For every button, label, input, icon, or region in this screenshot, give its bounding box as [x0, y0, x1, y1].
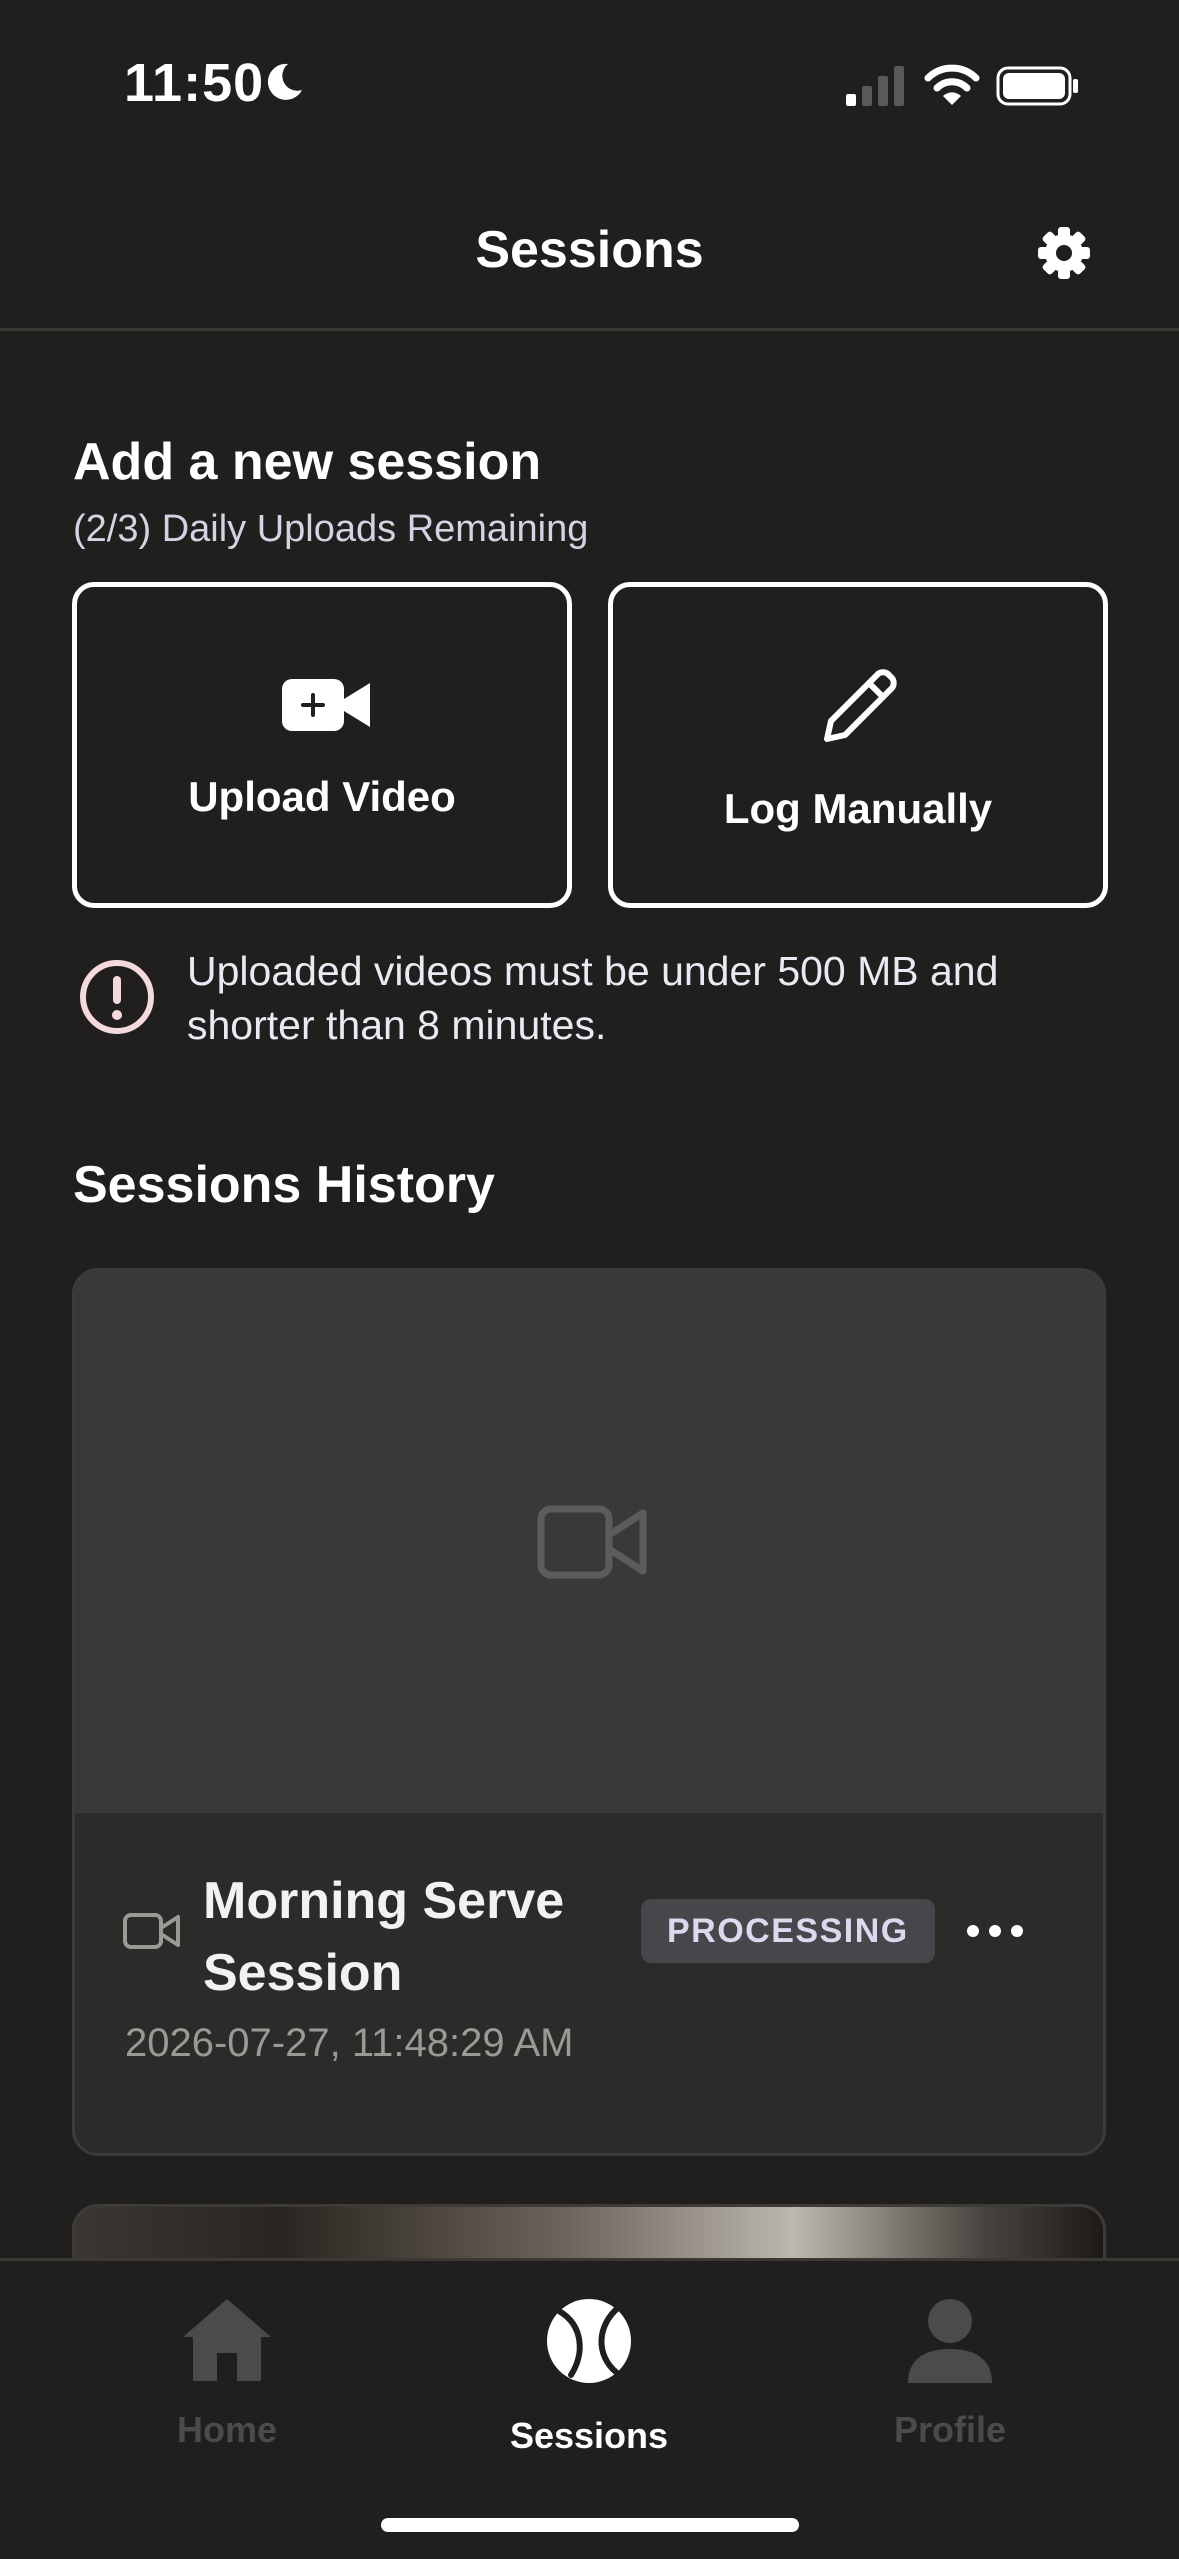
upload-limit-notice: Uploaded videos must be under 500 MB and…: [187, 948, 999, 1048]
video-camera-plus-icon: [282, 679, 370, 731]
moon-icon: [267, 63, 302, 100]
uploads-remaining: (2/3) Daily Uploads Remaining: [73, 508, 589, 550]
session-title: Morning Serve Session: [203, 1872, 565, 2002]
sessions-history-title: Sessions History: [73, 1156, 495, 1214]
page-title: Sessions: [475, 221, 704, 279]
video-placeholder-icon: [537, 1505, 647, 1579]
upload-video-button[interactable]: Upload Video: [72, 582, 572, 908]
signal-icon: [846, 66, 904, 106]
log-manually-label: Log Manually: [723, 785, 993, 832]
more-options-icon[interactable]: [965, 1911, 1025, 1951]
upload-video-label: Upload Video: [188, 773, 456, 820]
home-indicator[interactable]: [381, 2518, 799, 2532]
pencil-icon: [824, 669, 897, 742]
wifi-icon: [924, 64, 980, 105]
header-divider: [0, 328, 1179, 331]
tab-sessions-label: Sessions: [509, 2415, 669, 2456]
status-time: 11:50: [124, 53, 265, 113]
log-manually-button[interactable]: Log Manually: [608, 582, 1108, 908]
person-icon: [908, 2299, 992, 2383]
gear-icon[interactable]: [1036, 225, 1092, 281]
session-date: 2026-07-27, 11:48:29 AM: [125, 2021, 574, 2065]
tab-bar: Home Sessions Profile: [0, 2258, 1179, 2559]
tennis-ball-icon: [547, 2299, 631, 2383]
status-badge: PROCESSING: [641, 1899, 935, 1963]
alert-circle-icon: [80, 960, 154, 1034]
session-card[interactable]: Morning Serve Session PROCESSING 2026-07…: [72, 1268, 1106, 2156]
tab-profile-label: Profile: [893, 2409, 1007, 2450]
video-camera-icon: [123, 1913, 180, 1949]
home-icon: [183, 2299, 271, 2381]
session-thumbnail[interactable]: [75, 1271, 1103, 1813]
add-session-title: Add a new session: [73, 433, 542, 491]
battery-icon: [996, 66, 1078, 106]
tab-home-label: Home: [176, 2409, 278, 2450]
